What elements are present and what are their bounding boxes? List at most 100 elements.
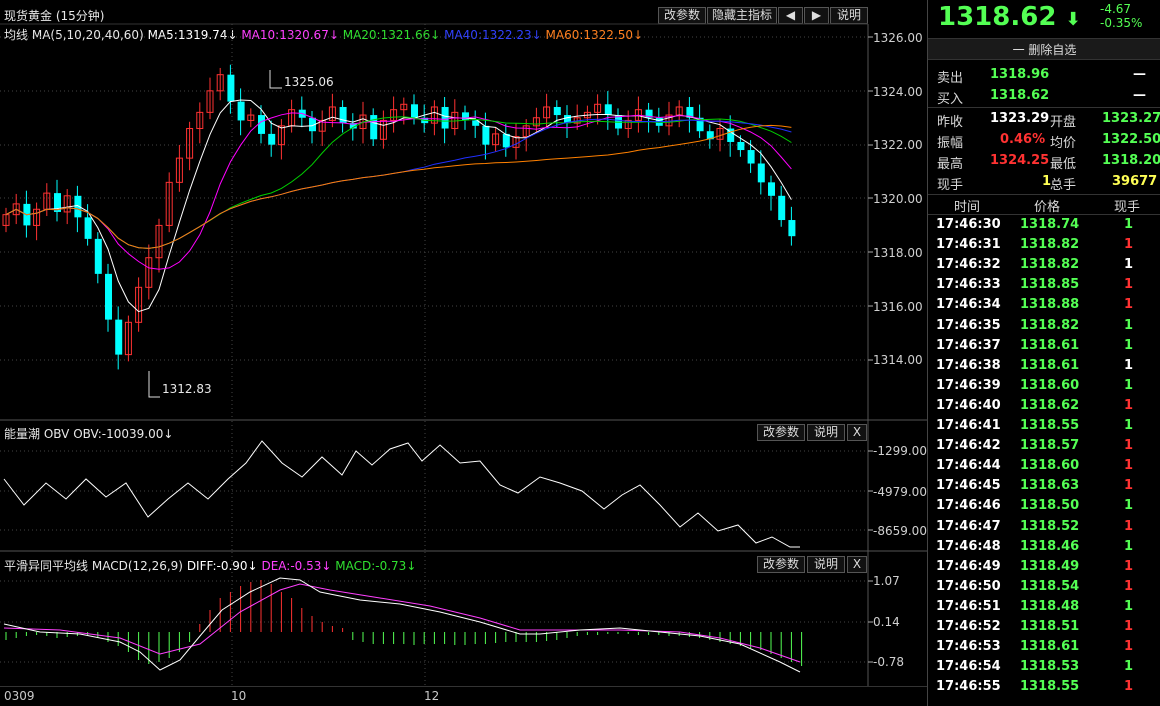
- open-label: 开盘: [1050, 115, 1077, 130]
- candle-body: [411, 104, 418, 118]
- high-label: 最高: [937, 157, 964, 172]
- tick-price: 1318.82: [1020, 257, 1080, 273]
- candle-body: [737, 141, 745, 151]
- tick-volume: 1: [1124, 538, 1134, 554]
- tick-price: 1318.85: [1020, 277, 1080, 293]
- tick-time: 17:46:34: [936, 297, 1001, 313]
- remove-watchlist-button[interactable]: 一 删除自选: [928, 38, 1160, 60]
- candle-body: [768, 182, 775, 196]
- total-volume-value: 39677: [1112, 174, 1158, 189]
- tick-price: 1318.61: [1020, 337, 1080, 353]
- tick-row: 17:46:55 1318.55 1: [928, 677, 1160, 697]
- obv-panel: 能量潮 OBV OBV:-10039.00↓ 改参数 说明 X -1299.00…: [0, 421, 927, 552]
- candle-body: [757, 163, 765, 183]
- candle-body: [237, 101, 245, 121]
- tick-time: 17:46:42: [936, 438, 1001, 454]
- macd-y-tick-label: -0.78: [873, 655, 905, 669]
- tick-time: 17:46:45: [936, 478, 1001, 494]
- candle-body: [115, 319, 123, 355]
- tick-volume: 1: [1124, 679, 1134, 695]
- tick-price: 1318.54: [1020, 578, 1080, 594]
- macd-chart[interactable]: [0, 552, 927, 686]
- tick-row: 17:46:35 1318.82 1: [928, 316, 1160, 336]
- tick-row: 17:46:51 1318.48 1: [928, 597, 1160, 617]
- tick-volume: 1: [1124, 659, 1134, 675]
- tick-volume: 1: [1124, 277, 1134, 293]
- tick-time: 17:46:47: [936, 518, 1001, 534]
- tick-time: 17:46:39: [936, 377, 1001, 393]
- sell-price: 1318.96: [990, 67, 1050, 82]
- tick-volume: 1: [1124, 337, 1134, 353]
- stats-row: 现手 1 总手 39677: [928, 172, 1160, 193]
- last-price-value: 1318.62: [938, 2, 1057, 32]
- ticks-header: 时间 价格 现手: [928, 196, 1160, 215]
- candle-body: [94, 238, 102, 274]
- candle-body: [778, 195, 786, 221]
- candle-body: [105, 273, 112, 320]
- tick-volume: 1: [1124, 317, 1134, 333]
- candle-body: [462, 112, 469, 121]
- tick-volume: 1: [1124, 237, 1134, 253]
- candle-body: [788, 220, 796, 237]
- tick-volume: 1: [1124, 217, 1134, 232]
- ma20-line: [5, 116, 792, 249]
- tick-row: 17:46:54 1318.53 1: [928, 657, 1160, 677]
- ma40-line: [5, 118, 792, 249]
- tick-volume: 1: [1124, 558, 1134, 574]
- tick-time: 17:46:32: [936, 257, 1001, 273]
- x-tick-label: 0309: [4, 689, 35, 703]
- candle-body: [84, 217, 92, 239]
- tick-volume: 1: [1124, 598, 1134, 614]
- tick-price: 1318.57: [1020, 438, 1080, 454]
- y-tick-label: 1314.00: [873, 353, 923, 367]
- obv-chart[interactable]: [0, 421, 927, 552]
- macd-y-tick-label: 0.14: [873, 615, 900, 629]
- high-value: 1324.25: [990, 153, 1050, 168]
- tick-time: 17:46:44: [936, 458, 1001, 474]
- tick-time: 17:46:35: [936, 317, 1001, 333]
- candle-body: [268, 133, 276, 145]
- candlestick-chart[interactable]: [0, 0, 927, 421]
- main-chart-panel: 现货黄金 (15分钟) 改参数 隐藏主指标 ◀ ▶ 说明 均线 MA(5,10,…: [0, 0, 927, 421]
- candle-body: [370, 115, 378, 140]
- candle-body: [553, 106, 561, 116]
- tick-price: 1318.88: [1020, 297, 1080, 313]
- total-volume-label: 总手: [1050, 178, 1077, 193]
- avg-price-label: 均价: [1050, 136, 1077, 151]
- tick-volume: 1: [1124, 418, 1134, 433]
- tick-price: 1318.60: [1020, 377, 1080, 393]
- amplitude-label: 振幅: [937, 136, 964, 151]
- down-arrow-icon: ⬇: [1065, 9, 1081, 30]
- amplitude-value: 0.46%: [1000, 132, 1046, 147]
- tick-row: 17:46:53 1318.61 1: [928, 637, 1160, 657]
- candle-body: [482, 125, 490, 145]
- tick-time: 17:46:33: [936, 277, 1001, 293]
- tick-price: 1318.62: [1020, 397, 1080, 413]
- x-tick-label: 10: [231, 689, 247, 703]
- tick-price: 1318.61: [1020, 639, 1080, 655]
- sell-volume: —: [1133, 67, 1146, 82]
- prev-close-value: 1323.29: [990, 111, 1050, 126]
- y-tick-label: 1324.00: [873, 85, 923, 99]
- tick-volume: 1: [1124, 478, 1134, 494]
- tick-volume: 1: [1124, 297, 1134, 313]
- buy-row: 买入 1318.62 —: [928, 86, 1160, 107]
- tick-volume: 1: [1124, 639, 1134, 655]
- divider: [928, 107, 1160, 108]
- sell-label: 卖出: [937, 71, 964, 86]
- obv-line: [3, 440, 800, 548]
- y-tick-label: 1320.00: [873, 192, 923, 206]
- high-price-label: 1325.06: [284, 75, 334, 89]
- tick-volume: 1: [1124, 377, 1134, 393]
- tick-volume: 1: [1124, 578, 1134, 594]
- obv-y-tick-label: -8659.00: [873, 524, 927, 538]
- ma10-line: [5, 112, 792, 270]
- avg-price-value: 1322.50: [1102, 132, 1160, 147]
- stats-row: 昨收 1323.29 开盘 1323.27: [928, 109, 1160, 130]
- tick-time: 17:46:31: [936, 237, 1001, 253]
- stats-row: 最高 1324.25 最低 1318.20: [928, 151, 1160, 172]
- y-tick-label: 1318.00: [873, 246, 923, 260]
- tick-row: 17:46:52 1318.51 1: [928, 617, 1160, 637]
- ticks-header-volume: 现手: [1114, 200, 1141, 215]
- tick-row: 17:46:50 1318.54 1: [928, 577, 1160, 597]
